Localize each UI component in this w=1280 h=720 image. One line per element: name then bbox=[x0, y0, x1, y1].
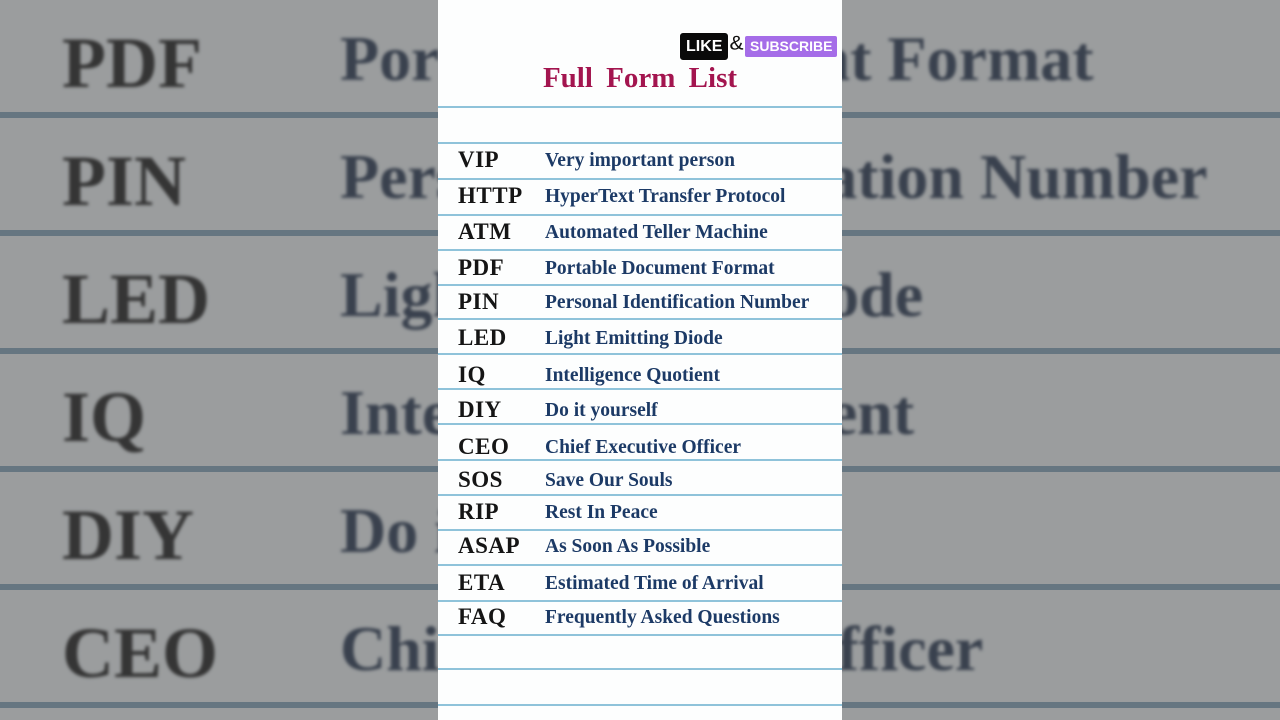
abbreviation: RIP bbox=[458, 499, 500, 524]
ruled-line bbox=[438, 634, 842, 636]
list-item: LED Light Emitting Diode bbox=[438, 321, 842, 355]
full-form: Chief Executive Officer bbox=[545, 437, 742, 458]
abbreviation: ATM bbox=[458, 219, 512, 244]
abbreviation: VIP bbox=[458, 147, 500, 172]
like-label: LIKE bbox=[679, 32, 730, 61]
list-item: DIY Do it yourself bbox=[438, 393, 842, 427]
list-item: RIP Rest In Peace bbox=[438, 495, 842, 529]
full-form-card: Full Form List VIP Very important person… bbox=[438, 0, 842, 720]
abbreviation: HTTP bbox=[458, 183, 523, 208]
ruled-line bbox=[438, 106, 842, 108]
list-item: HTTP HyperText Transfer Protocol bbox=[438, 179, 842, 213]
list-item: ETA Estimated Time of Arrival bbox=[438, 566, 842, 600]
abbreviation: DIY bbox=[458, 397, 502, 422]
full-form: Very important person bbox=[545, 150, 735, 171]
abbreviation: IQ bbox=[458, 362, 486, 387]
ruled-line bbox=[438, 704, 842, 706]
full-form: Do it yourself bbox=[545, 400, 658, 421]
page-title: Full Form List bbox=[542, 62, 738, 94]
list-item: FAQ Frequently Asked Questions bbox=[438, 600, 842, 634]
list-item: SOS Save Our Souls bbox=[438, 463, 842, 497]
list-item: PIN Personal Identification Number bbox=[438, 285, 842, 319]
full-form: Frequently Asked Questions bbox=[545, 607, 780, 628]
abbreviation: SOS bbox=[458, 467, 503, 492]
full-form: Rest In Peace bbox=[545, 502, 658, 523]
abbreviation: FAQ bbox=[458, 604, 507, 629]
ruled-line bbox=[438, 668, 842, 670]
list-item: ASAP As Soon As Possible bbox=[438, 529, 842, 563]
full-form: HyperText Transfer Protocol bbox=[545, 186, 786, 207]
full-form: Light Emitting Diode bbox=[545, 328, 723, 349]
ampersand: & bbox=[729, 32, 745, 56]
list-item: ATM Automated Teller Machine bbox=[438, 215, 842, 249]
abbreviation: ETA bbox=[458, 570, 506, 595]
list-item: IQ Intelligence Quotient bbox=[438, 358, 842, 392]
full-form: As Soon As Possible bbox=[545, 536, 711, 557]
abbreviation: PIN bbox=[458, 289, 500, 314]
full-form: Save Our Souls bbox=[545, 470, 673, 491]
abbreviation: PDF bbox=[458, 255, 505, 280]
full-form: Intelligence Quotient bbox=[545, 365, 720, 386]
abbreviation: ASAP bbox=[458, 533, 521, 558]
list-item: VIP Very important person bbox=[438, 143, 842, 177]
full-form: Estimated Time of Arrival bbox=[545, 573, 764, 594]
subscribe-label: SUBSCRIBE bbox=[745, 36, 838, 57]
list-item: PDF Portable Document Format bbox=[438, 251, 842, 285]
abbreviation: LED bbox=[458, 325, 507, 350]
abbreviation: CEO bbox=[458, 434, 510, 459]
full-form: Portable Document Format bbox=[545, 258, 775, 279]
list-item: CEO Chief Executive Officer bbox=[438, 430, 842, 464]
full-form: Automated Teller Machine bbox=[545, 222, 768, 243]
full-form: Personal Identification Number bbox=[545, 292, 810, 313]
